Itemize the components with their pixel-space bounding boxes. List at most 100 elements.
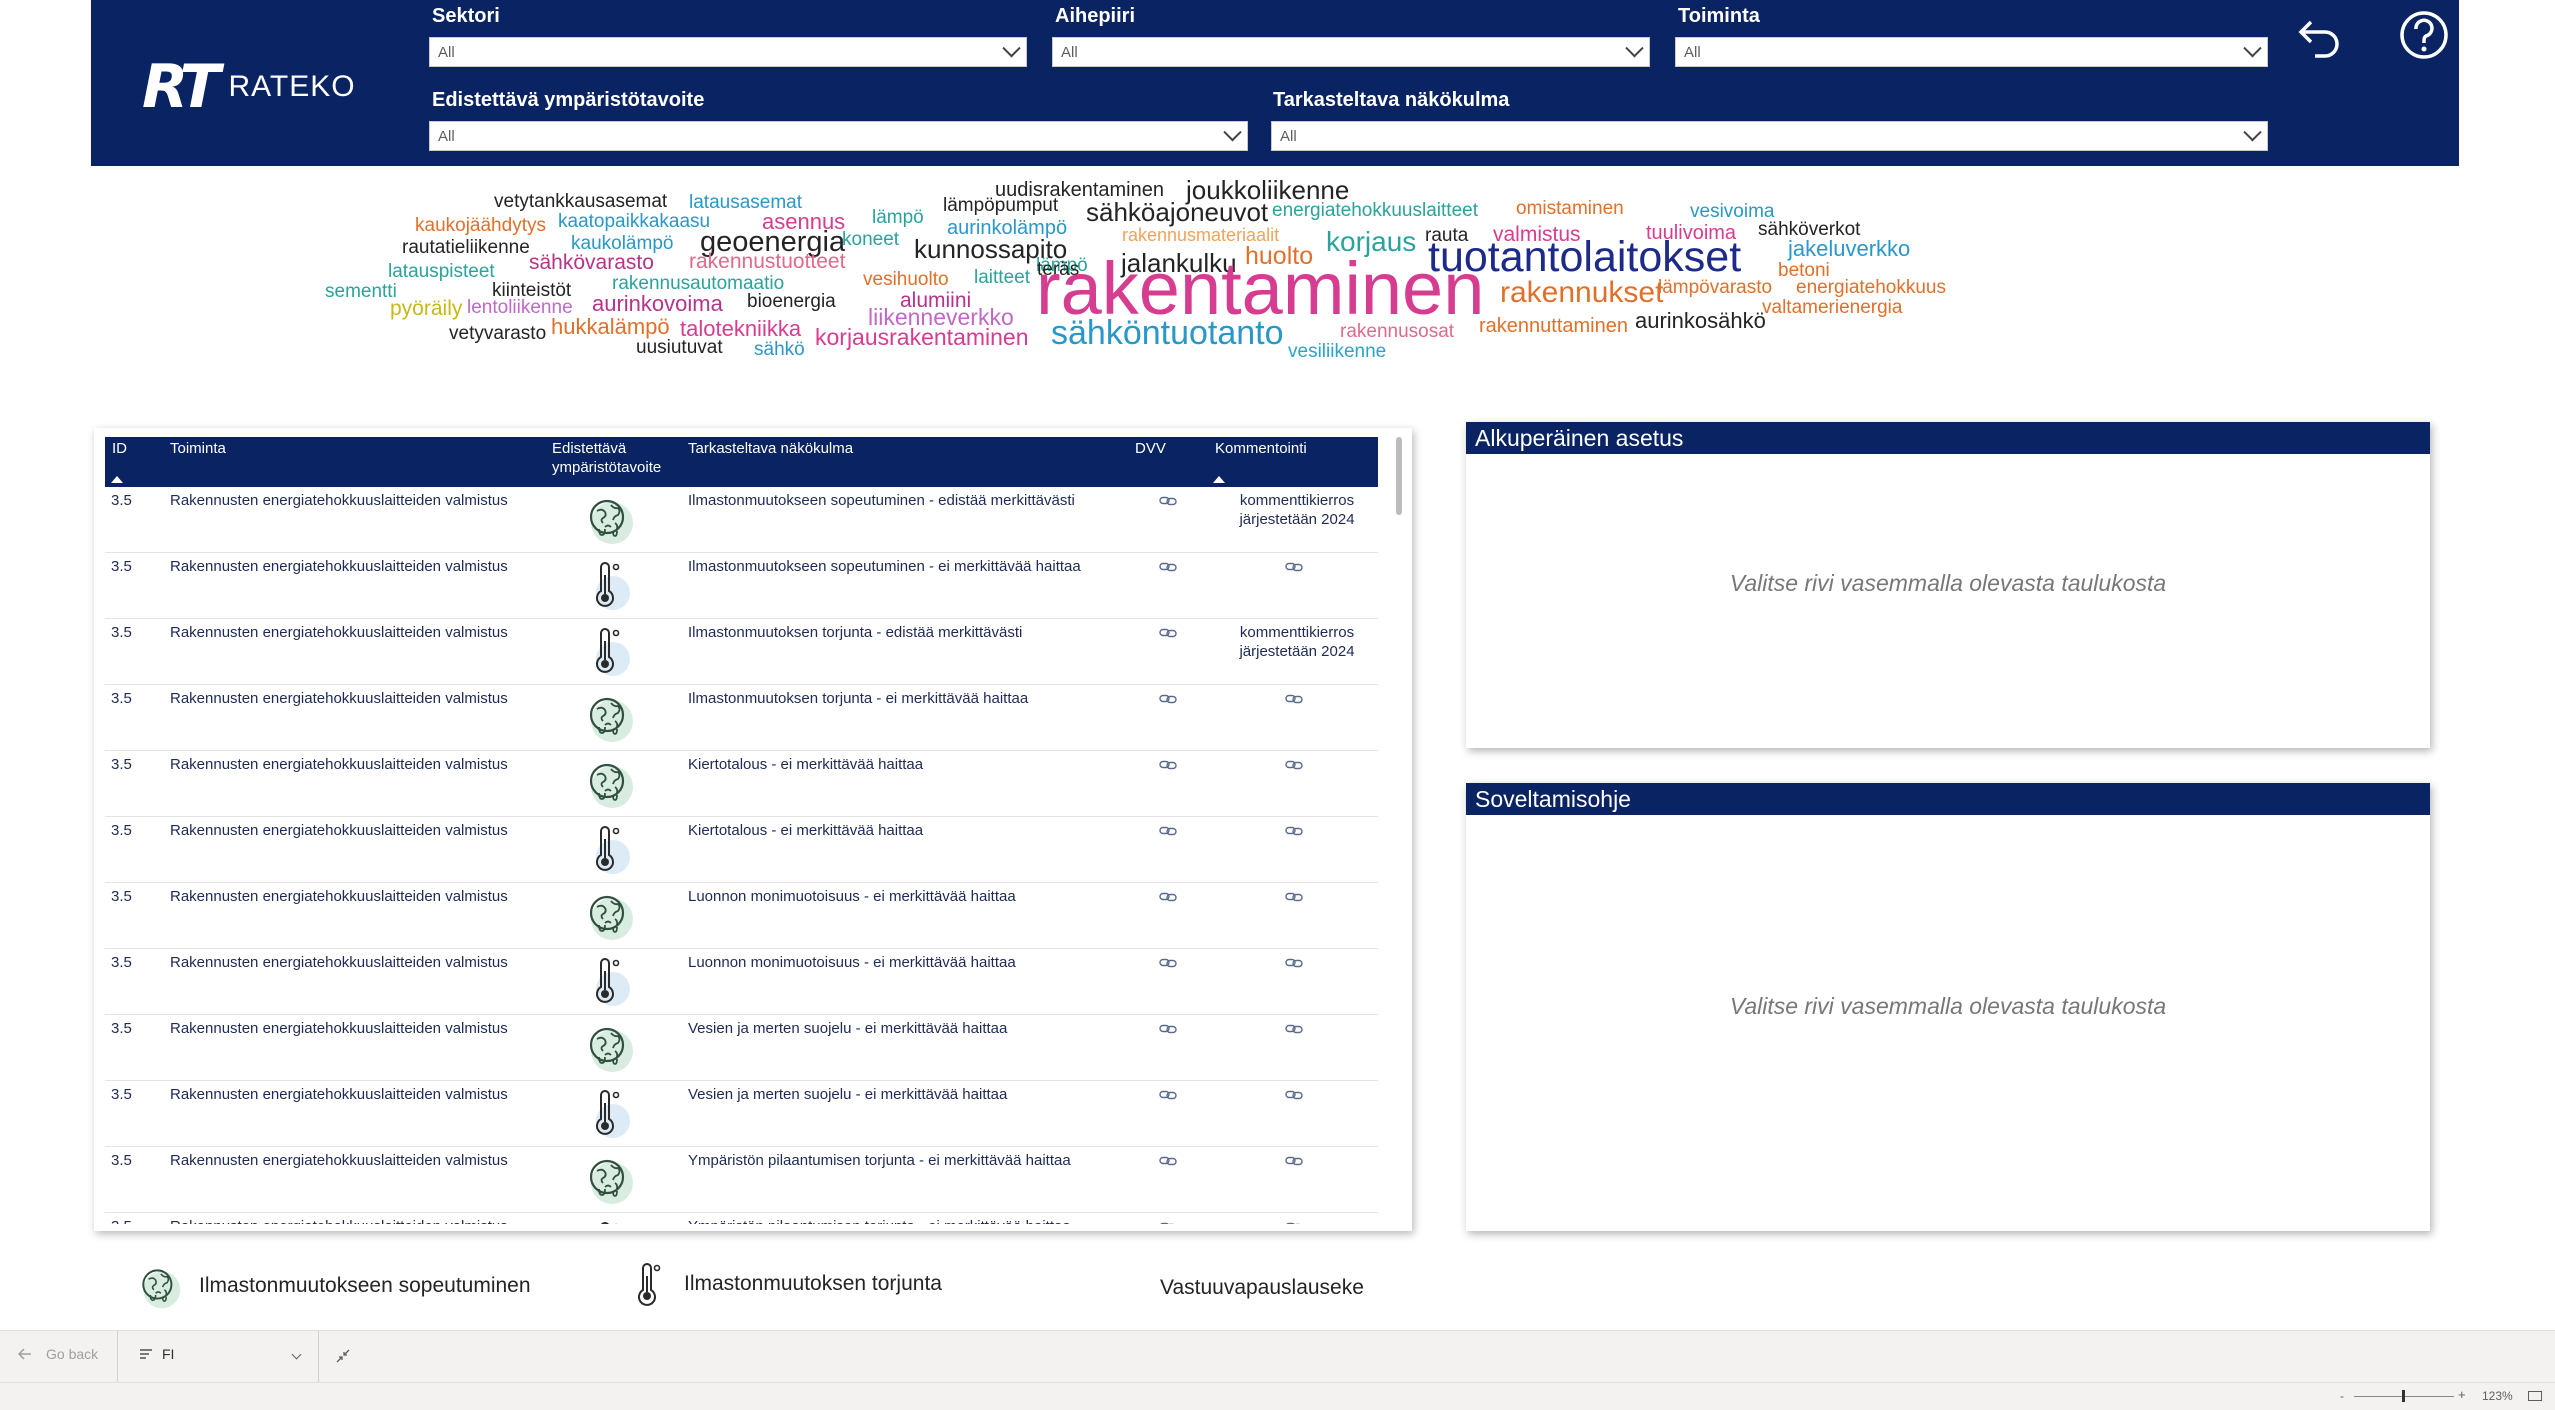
help-button[interactable] — [2395, 6, 2453, 64]
word-cloud-term[interactable]: laitteet — [974, 268, 1030, 287]
table-row[interactable]: 3.5 Rakennusten energiatehokkuuslaitteide… — [105, 619, 1378, 685]
cell-toiminta: Rakennusten energiatehokkuuslaitteiden v… — [170, 690, 508, 707]
word-cloud-term[interactable]: sähkö — [754, 340, 805, 359]
column-header-id[interactable]: ID — [112, 439, 127, 458]
comment-link-icon[interactable] — [1285, 1021, 1303, 1034]
table-row[interactable]: 3.5 Rakennusten energiatehokkuuslaitteide… — [105, 949, 1378, 1015]
table-row[interactable]: 3.5 Rakennusten energiatehokkuuslaitteide… — [105, 487, 1378, 553]
cell-nakokulma: Ilmastonmuutoksen torjunta - edistää mer… — [688, 624, 1023, 641]
filter-dropdown-nakokulma[interactable]: All — [1271, 121, 2268, 151]
column-header-nakokulma[interactable]: Tarkasteltava näkökulma — [688, 439, 853, 458]
filter-dropdown-toiminta[interactable]: All — [1675, 37, 2268, 67]
word-cloud-term[interactable]: uusiutuvat — [636, 338, 723, 357]
word-cloud-term[interactable]: rakennukset — [1500, 278, 1663, 308]
word-cloud-term[interactable]: hukkalämpö — [551, 316, 670, 338]
table-row[interactable]: 3.5 Rakennusten energiatehokkuuslaitteide… — [105, 751, 1378, 817]
dvv-link-icon[interactable] — [1159, 1087, 1177, 1100]
dvv-link-icon[interactable] — [1159, 823, 1177, 836]
dvv-link-icon[interactable] — [1159, 757, 1177, 770]
word-cloud-term[interactable]: lämpöpumput — [943, 196, 1058, 215]
column-header-tavoite[interactable]: Edistettävä ympäristötavoite — [552, 439, 680, 477]
word-cloud-term[interactable]: bioenergia — [747, 292, 836, 311]
word-cloud-term[interactable]: valtamerienergia — [1762, 298, 1902, 317]
word-cloud-term[interactable]: rautatieliikenne — [402, 238, 530, 257]
fit-to-page-icon[interactable] — [2528, 1391, 2542, 1401]
cell-id: 3.5 — [111, 492, 132, 509]
table-row[interactable]: 3.5 Rakennusten energiatehokkuuslaitteide… — [105, 1147, 1378, 1213]
word-cloud-term[interactable]: koneet — [842, 230, 899, 249]
legend-mitigation-icon-wrap — [633, 1262, 663, 1311]
word-cloud-term[interactable]: rakennusosat — [1340, 322, 1454, 341]
table-row[interactable]: 3.5 Rakennusten energiatehokkuuslaitteide… — [105, 1081, 1378, 1147]
dvv-link-icon[interactable] — [1159, 625, 1177, 638]
climate-adaptation-icon — [142, 1269, 181, 1309]
collapse-button[interactable] — [335, 1348, 351, 1369]
go-back-button[interactable]: Go back — [18, 1346, 98, 1362]
word-cloud-term[interactable]: latauspisteet — [388, 262, 495, 281]
comment-link-icon[interactable] — [1285, 1153, 1303, 1166]
disclaimer-link[interactable]: Vastuuvapauslauseke — [1160, 1276, 1364, 1300]
zoom-out-button[interactable]: - — [2340, 1389, 2344, 1403]
comment-link-icon[interactable] — [1285, 1219, 1303, 1224]
word-cloud-term[interactable]: lämpö — [872, 208, 924, 227]
cell-id: 3.5 — [111, 1217, 132, 1224]
word-cloud-term[interactable]: energiatehokkuus — [1796, 278, 1946, 297]
comment-link-icon[interactable] — [1285, 559, 1303, 572]
word-cloud-term[interactable]: korjausrakentaminen — [815, 326, 1029, 349]
filter-dropdown-sektori[interactable]: All — [429, 37, 1027, 67]
comment-link-icon[interactable] — [1285, 1087, 1303, 1100]
word-cloud-term[interactable]: rakennustuotteet — [689, 251, 845, 272]
dvv-link-icon[interactable] — [1159, 1219, 1177, 1224]
word-cloud-term[interactable]: vetyvarasto — [449, 324, 546, 343]
dvv-link-icon[interactable] — [1159, 955, 1177, 968]
word-cloud-term[interactable]: vetytankkausasemat — [494, 192, 667, 211]
comment-link-icon[interactable] — [1285, 691, 1303, 704]
filter-dropdown-tavoite[interactable]: All — [429, 121, 1248, 151]
dvv-link-icon[interactable] — [1159, 1021, 1177, 1034]
table-row[interactable]: 3.5 Rakennusten energiatehokkuuslaitteide… — [105, 883, 1378, 949]
cell-nakokulma: Ympäristön pilaantumisen torjunta - ei m… — [688, 1152, 1071, 1169]
table-row[interactable]: 3.5 Rakennusten energiatehokkuuslaitteide… — [105, 1213, 1378, 1224]
word-cloud-term[interactable]: kaukojäähdytys — [415, 216, 546, 235]
word-cloud-term[interactable]: sementti — [325, 282, 397, 301]
word-cloud-term[interactable]: aurinkovoima — [592, 293, 723, 315]
comment-link-icon[interactable] — [1285, 955, 1303, 968]
word-cloud-term[interactable]: jakeluverkko — [1788, 238, 1910, 260]
filter-dropdown-aihepiiri[interactable]: All — [1052, 37, 1650, 67]
table-row[interactable]: 3.5 Rakennusten energiatehokkuuslaitteide… — [105, 817, 1378, 883]
table-row[interactable]: 3.5 Rakennusten energiatehokkuuslaitteide… — [105, 553, 1378, 619]
comment-link-icon[interactable] — [1285, 823, 1303, 836]
word-cloud-term[interactable]: aurinkosähkö — [1635, 310, 1766, 332]
zoom-in-button[interactable]: + — [2458, 1387, 2466, 1402]
dvv-link-icon[interactable] — [1159, 691, 1177, 704]
cell-id: 3.5 — [111, 1020, 132, 1037]
climate-adaptation-icon — [585, 693, 635, 745]
word-cloud-term[interactable]: vesiliikenne — [1288, 342, 1386, 361]
word-cloud-term[interactable]: sähköajoneuvot — [1086, 199, 1268, 225]
dvv-link-icon[interactable] — [1159, 559, 1177, 572]
legend-adaptation-label: Ilmastonmuutokseen sopeutuminen — [199, 1274, 531, 1297]
column-header-toiminta[interactable]: Toiminta — [170, 439, 226, 458]
column-header-kommentointi[interactable]: Kommentointi — [1215, 439, 1307, 458]
table-row[interactable]: 3.5 Rakennusten energiatehokkuuslaitteide… — [105, 1015, 1378, 1081]
comment-link-icon[interactable] — [1285, 889, 1303, 902]
page-selector-dropdown[interactable]: FI — [140, 1346, 302, 1362]
word-cloud-term[interactable]: sähköntuotanto — [1051, 316, 1284, 350]
back-button[interactable] — [2292, 10, 2348, 66]
zoom-slider-thumb[interactable] — [2402, 1390, 2405, 1402]
dvv-link-icon[interactable] — [1159, 1153, 1177, 1166]
word-cloud-term[interactable]: kaatopaikkakaasu — [558, 212, 710, 231]
word-cloud-term[interactable]: omistaminen — [1516, 199, 1624, 218]
table-row[interactable]: 3.5 Rakennusten energiatehokkuuslaitteide… — [105, 685, 1378, 751]
comment-link-icon[interactable] — [1285, 757, 1303, 770]
word-cloud-term[interactable]: sähkövarasto — [529, 252, 654, 273]
dvv-link-icon[interactable] — [1159, 493, 1177, 506]
word-cloud-term[interactable]: energiatehokkuuslaitteet — [1272, 201, 1478, 220]
word-cloud-term[interactable]: lämpövarasto — [1658, 278, 1772, 297]
dvv-link-icon[interactable] — [1159, 889, 1177, 902]
word-cloud-term[interactable]: rakennuttaminen — [1479, 316, 1628, 336]
column-header-dvv[interactable]: DVV — [1135, 439, 1166, 458]
word-cloud-term[interactable]: vesihuolto — [863, 270, 949, 289]
table-scrollbar[interactable] — [1396, 437, 1402, 515]
word-cloud-term[interactable]: pyöräily — [390, 298, 462, 319]
